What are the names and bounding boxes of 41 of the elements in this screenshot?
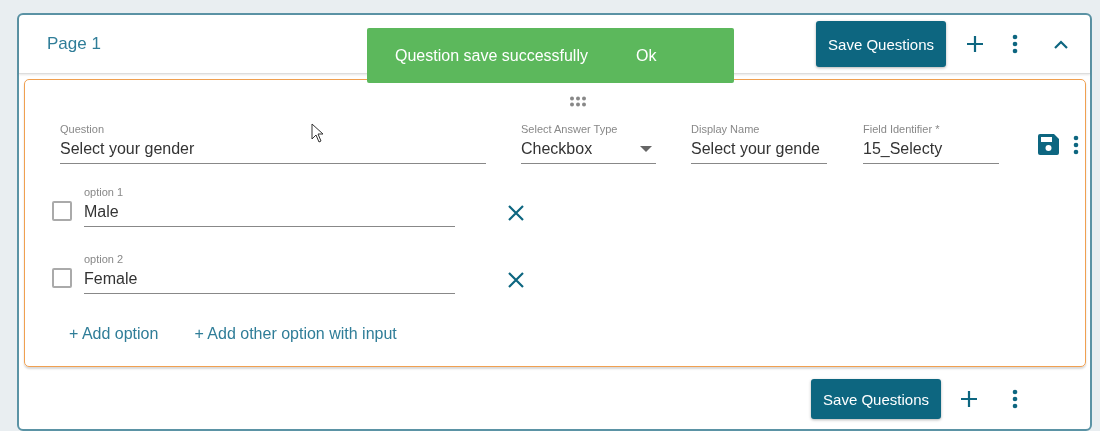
- toast-message: Question save successfully: [395, 46, 588, 65]
- checkbox[interactable]: [52, 268, 72, 288]
- add-option-link[interactable]: + Add option: [69, 325, 159, 343]
- more-icon: [1012, 389, 1018, 409]
- more-button[interactable]: [1012, 389, 1018, 409]
- option-label: option 2: [84, 253, 124, 265]
- page-title: Page 1: [47, 34, 102, 54]
- checkbox[interactable]: [52, 201, 72, 221]
- field-label: Select Answer Type: [521, 123, 618, 135]
- more-button[interactable]: [1012, 34, 1018, 54]
- caret-down-icon: [640, 146, 652, 152]
- drag-handle-icon[interactable]: [569, 96, 587, 107]
- more-icon: [1012, 34, 1018, 54]
- field-label: Question: [60, 123, 105, 135]
- plus-icon: [960, 390, 978, 408]
- remove-option-button[interactable]: [508, 205, 524, 221]
- add-button[interactable]: [966, 35, 984, 53]
- close-icon: [508, 205, 524, 221]
- chevron-up-icon: [1054, 39, 1068, 49]
- option-label: option 1: [84, 186, 124, 198]
- more-icon: [1073, 135, 1079, 155]
- input-field[interactable]: Select your gender: [60, 140, 486, 164]
- more-button[interactable]: [1073, 135, 1079, 155]
- collapse-button[interactable]: [1054, 39, 1068, 49]
- field-label: Display Name: [691, 123, 760, 135]
- close-icon: [508, 272, 524, 288]
- plus-icon: [966, 35, 984, 53]
- save-questions-button[interactable]: Save Questions: [816, 21, 946, 67]
- save-button[interactable]: [1038, 134, 1059, 155]
- add-button[interactable]: [960, 390, 978, 408]
- save-icon: [1038, 134, 1059, 155]
- option-input[interactable]: Male: [84, 203, 455, 227]
- save-questions-button[interactable]: Save Questions: [811, 379, 941, 419]
- field-label: Field Identifier *: [863, 123, 940, 135]
- answer-type-select[interactable]: Checkbox: [521, 140, 656, 164]
- remove-option-button[interactable]: [508, 272, 524, 288]
- input-field[interactable]: Select your gende: [691, 140, 827, 164]
- option-input[interactable]: Female: [84, 270, 455, 294]
- add-option-link[interactable]: + Add other option with input: [194, 325, 397, 343]
- input-field[interactable]: 15_Selecty: [863, 140, 999, 164]
- mouse-pointer-icon: [311, 123, 324, 143]
